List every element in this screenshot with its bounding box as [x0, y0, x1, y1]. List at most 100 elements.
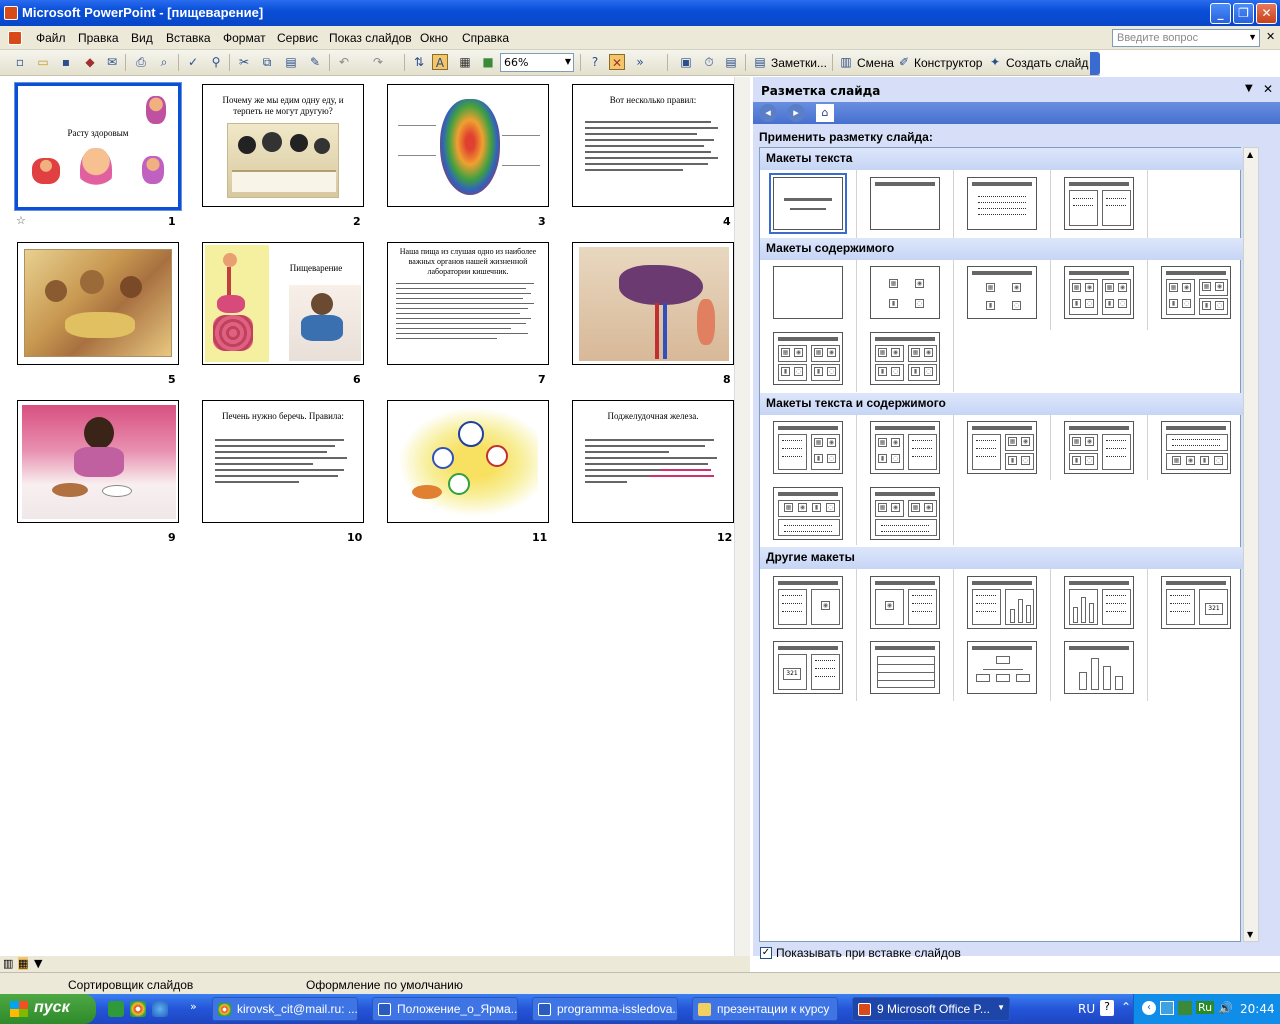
- transition-icon[interactable]: ▥: [838, 54, 854, 70]
- layout-title-content-over-text[interactable]: ▦ ◉ ▮ ◌: [773, 487, 843, 540]
- slide-thumbnail[interactable]: Расту здоровым: [14, 82, 182, 211]
- layout-chart-text[interactable]: [1064, 576, 1134, 629]
- layout-media-text[interactable]: 321: [773, 641, 843, 694]
- forward-icon[interactable]: ▸: [787, 104, 805, 122]
- task-button-mail[interactable]: kirovsk_cit@mail.ru: ...: [212, 997, 358, 1021]
- slide-thumbnail[interactable]: [387, 84, 549, 207]
- slide-thumbnail[interactable]: [572, 242, 734, 365]
- scroll-up-icon[interactable]: ▲: [1247, 150, 1253, 159]
- layout-title-three-content[interactable]: ▦ ◉ ▮ ◌ ▦ ◉ ▮ ◌: [1161, 266, 1231, 319]
- slide-thumbnail[interactable]: Поджелудочная железа.: [572, 400, 734, 523]
- quicklaunch-more-icon[interactable]: »: [190, 1000, 197, 1013]
- layout-title-table[interactable]: [870, 641, 940, 694]
- layout-content[interactable]: ▦ ◉ ▮ ◌: [870, 266, 940, 319]
- menu-file[interactable]: Файл: [36, 31, 66, 45]
- notes-icon[interactable]: ▤: [752, 54, 768, 70]
- zoom-select[interactable]: 66% ▼: [500, 53, 574, 72]
- start-button[interactable]: пуск: [0, 994, 96, 1024]
- design-icon[interactable]: ✐: [896, 54, 912, 70]
- minimize-button[interactable]: _: [1210, 3, 1231, 24]
- layout-title-text-over-content[interactable]: ▦ ◉ ▮ ◌: [1161, 421, 1231, 474]
- layout-text-media[interactable]: 321: [1161, 576, 1231, 629]
- layout-title-four-objects[interactable]: ▦ ◉ ▦ ◉ ▮ ◌ ▮ ◌: [870, 332, 940, 385]
- sorter-scrollbar[interactable]: [734, 77, 750, 956]
- expand-all-icon[interactable]: ⇅: [411, 54, 427, 70]
- document-icon[interactable]: [8, 31, 22, 45]
- layout-text-two-content[interactable]: ▦ ◉ ▮ ◌: [967, 421, 1037, 474]
- help-icon[interactable]: ?: [587, 54, 603, 70]
- layout-title-four-content[interactable]: ▦ ◉ ▦ ◉ ▮ ◌ ▮ ◌: [773, 332, 843, 385]
- open-icon[interactable]: ▭: [35, 54, 51, 70]
- close-document-icon[interactable]: ✕: [1266, 30, 1275, 43]
- show-on-insert-checkbox[interactable]: ✓: [760, 947, 772, 959]
- toolbar-options-chevron[interactable]: [1090, 52, 1100, 75]
- color-grayscale-icon[interactable]: ■: [480, 54, 496, 70]
- layout-title-chart[interactable]: [1064, 641, 1134, 694]
- layout-title-two-columns[interactable]: [1064, 177, 1134, 230]
- menu-slideshow[interactable]: Показ слайдов: [329, 31, 412, 45]
- powerpoint-icon[interactable]: [4, 6, 18, 20]
- redo-icon[interactable]: ↷: [370, 54, 386, 70]
- print-icon[interactable]: ⎙: [133, 54, 149, 70]
- task-button-word-2[interactable]: programma-issledova...: [532, 997, 678, 1021]
- slideshow-view-icon[interactable]: ▼: [34, 957, 42, 970]
- network-icon[interactable]: [1160, 1001, 1174, 1015]
- layout-title-content[interactable]: ▦ ◉ ▮ ◌: [967, 266, 1037, 319]
- menu-edit[interactable]: Правка: [78, 31, 119, 45]
- grid-icon[interactable]: ▦: [457, 54, 473, 70]
- language-indicator[interactable]: RU: [1078, 1002, 1095, 1016]
- chevron-down-icon[interactable]: ▼: [1248, 32, 1257, 42]
- slide-thumbnail[interactable]: Наша пища из слушая одно из наиболее важ…: [387, 242, 549, 365]
- menu-view[interactable]: Вид: [131, 31, 153, 45]
- chrome-icon[interactable]: [130, 1001, 146, 1017]
- layout-title-org-chart[interactable]: [967, 641, 1037, 694]
- close-icon[interactable]: ✕: [1263, 82, 1273, 96]
- hide-slide-icon[interactable]: ▣: [678, 54, 694, 70]
- layout-title-slide[interactable]: [769, 173, 847, 234]
- back-arrow-icon[interactable]: ‹: [1142, 1001, 1156, 1015]
- security-icon[interactable]: [1178, 1001, 1192, 1015]
- slide-thumbnail[interactable]: Почему же мы едим одну еду, и терпеть не…: [202, 84, 364, 207]
- design-button[interactable]: Конструктор: [914, 56, 982, 70]
- chevron-down-icon[interactable]: ▼: [1245, 83, 1253, 94]
- slide-thumbnail[interactable]: [387, 400, 549, 523]
- keyboard-icon[interactable]: Ru: [1196, 1001, 1215, 1014]
- layout-content-text[interactable]: ▦ ◉ ▮ ◌: [870, 421, 940, 474]
- volume-icon[interactable]: 🔊: [1218, 1001, 1233, 1015]
- scroll-down-icon[interactable]: ▼: [1247, 930, 1253, 939]
- show-formatting-button-icon[interactable]: ✕: [609, 54, 625, 70]
- menu-format[interactable]: Формат: [223, 31, 266, 45]
- new-icon[interactable]: ▫: [12, 54, 28, 70]
- help-search-input[interactable]: Введите вопрос ▼: [1112, 29, 1260, 47]
- new-slide-button[interactable]: Создать слайд: [1006, 56, 1088, 70]
- layout-gallery-scrollbar[interactable]: ▲ ▼: [1243, 147, 1259, 942]
- undo-icon[interactable]: ↶: [336, 54, 352, 70]
- show-formatting-icon[interactable]: A: [432, 54, 448, 70]
- transition-star-icon[interactable]: ☆: [16, 214, 26, 227]
- back-icon[interactable]: ◂: [759, 104, 777, 122]
- transition-button[interactable]: Смена: [857, 56, 894, 70]
- sorter-view-icon[interactable]: ▦: [18, 957, 29, 970]
- slide-thumbnail[interactable]: Печень нужно беречь. Правила:: [202, 400, 364, 523]
- menu-window[interactable]: Окно: [420, 31, 448, 45]
- layout-title-two-content[interactable]: ▦ ◉ ▮ ◌ ▦ ◉ ▮ ◌: [1064, 266, 1134, 319]
- layout-title-text[interactable]: [967, 177, 1037, 230]
- format-painter-icon[interactable]: ✎: [307, 54, 323, 70]
- cut-icon[interactable]: ✂: [236, 54, 252, 70]
- menu-help[interactable]: Справка: [462, 31, 509, 45]
- restore-button[interactable]: ❐: [1233, 3, 1254, 24]
- task-button-powerpoint[interactable]: 9 Microsoft Office P... ▼: [852, 997, 1010, 1021]
- globe-icon[interactable]: [152, 1001, 168, 1017]
- help-icon[interactable]: ?: [1100, 1000, 1114, 1016]
- menu-insert[interactable]: Вставка: [166, 31, 211, 45]
- research-icon[interactable]: ⚲: [208, 54, 224, 70]
- email-icon[interactable]: ✉: [104, 54, 120, 70]
- preview-icon[interactable]: ⌕: [156, 54, 172, 70]
- layout-title-only[interactable]: [870, 177, 940, 230]
- task-button-word-1[interactable]: Положение_о_Ярма...: [372, 997, 518, 1021]
- menu-tools[interactable]: Сервис: [277, 31, 318, 45]
- slide-thumbnail[interactable]: [17, 242, 179, 365]
- chevron-down-icon[interactable]: ▼: [565, 57, 571, 66]
- layout-two-content-text[interactable]: ▦ ◉ ▮ ◌: [1064, 421, 1134, 474]
- notes-button[interactable]: Заметки...: [771, 56, 827, 70]
